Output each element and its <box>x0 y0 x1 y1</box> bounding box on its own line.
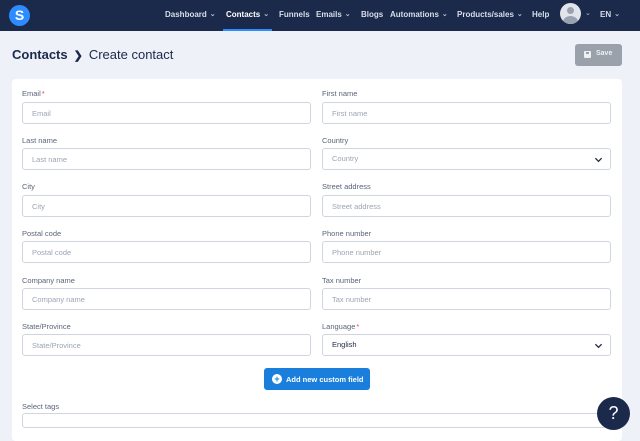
nav-item-automations[interactable]: Automations ⌄ <box>390 0 448 31</box>
city-field[interactable] <box>22 195 311 217</box>
nav-item-contacts[interactable]: Contacts ⌄ <box>223 0 273 31</box>
phone-number-label: Phone number <box>322 229 372 238</box>
tax-number-field[interactable] <box>322 288 611 310</box>
save-button-label: Save <box>596 50 613 57</box>
chevron-down-icon: ⌄ <box>344 11 351 18</box>
nav-item-blogs[interactable]: Blogs <box>361 0 383 31</box>
street-address-label: Street address <box>322 182 371 191</box>
nav-item-label: Automations <box>390 10 439 19</box>
active-nav-indicator <box>223 29 273 31</box>
nav-item-label: Blogs <box>361 10 384 19</box>
chevron-right-icon: ❯ <box>73 50 83 62</box>
city-label: City <box>22 182 35 191</box>
chevron-down-icon <box>594 343 603 349</box>
language-switcher[interactable]: EN ⌄ <box>600 0 620 31</box>
breadcrumb-contacts-link[interactable]: Contacts <box>12 47 68 62</box>
nav-item-label: Funnels <box>279 10 310 19</box>
chevron-down-icon: ⌄ <box>263 11 270 18</box>
nav-item-products-sales[interactable]: Products/sales ⌄ <box>457 0 523 31</box>
company-name-label: Company name <box>22 276 75 285</box>
breadcrumb: Contacts ❯ Create contact <box>12 47 173 62</box>
language-label: EN <box>600 10 612 19</box>
country-select[interactable]: Country <box>322 148 611 170</box>
email-label-text: Email <box>22 89 41 98</box>
required-marker: * <box>41 89 45 98</box>
first-name-label: First name <box>322 89 358 98</box>
language-label-text: Language <box>322 322 356 331</box>
nav-item-label: Help <box>532 10 550 19</box>
top-navigation-bar: S Dashboard ⌄ Contacts ⌄ Funnels Emails ⌄ B… <box>0 0 640 31</box>
user-avatar[interactable] <box>560 3 581 24</box>
chevron-down-icon <box>594 157 603 163</box>
nav-item-help[interactable]: Help <box>532 0 549 31</box>
add-custom-field-button[interactable]: + Add new custom field <box>264 368 370 390</box>
required-marker: * <box>356 322 360 331</box>
first-name-field[interactable] <box>322 102 611 124</box>
avatar-body-shape <box>563 16 578 24</box>
email-label: Email* <box>22 89 45 98</box>
phone-number-field[interactable] <box>322 241 611 263</box>
floppy-disk-icon <box>584 51 591 58</box>
select-tags-input[interactable] <box>22 413 610 428</box>
last-name-label: Last name <box>22 136 58 145</box>
country-label: Country <box>322 136 349 145</box>
language-select-value: English <box>332 340 357 349</box>
select-tags-label: Select tags <box>22 402 60 411</box>
last-name-field[interactable] <box>22 148 311 170</box>
nav-item-label: Contacts <box>226 10 261 19</box>
state-province-label: State/Province <box>22 322 71 331</box>
chevron-down-icon: ⌄ <box>516 11 523 18</box>
state-province-field[interactable] <box>22 334 311 356</box>
nav-item-funnels[interactable]: Funnels <box>279 0 310 31</box>
save-button[interactable]: Save <box>575 44 622 66</box>
add-custom-field-label: Add new custom field <box>286 375 364 384</box>
street-address-field[interactable] <box>322 195 611 217</box>
nav-item-dashboard[interactable]: Dashboard ⌄ <box>165 0 216 31</box>
company-name-field[interactable] <box>22 288 311 310</box>
nav-item-emails[interactable]: Emails ⌄ <box>316 0 351 31</box>
chevron-down-icon: ⌄ <box>209 11 216 18</box>
help-chat-button[interactable]: ? <box>597 397 630 430</box>
country-select-value: Country <box>332 154 359 163</box>
nav-item-label: Products/sales <box>457 10 514 19</box>
tax-number-label: Tax number <box>322 276 362 285</box>
app-logo[interactable]: S <box>9 5 30 26</box>
chevron-down-icon[interactable]: ⌄ <box>585 9 591 17</box>
question-mark-icon: ? <box>608 403 619 423</box>
chevron-down-icon: ⌄ <box>441 11 448 18</box>
nav-item-label: Dashboard <box>165 10 207 19</box>
page-title: Create contact <box>88 47 174 62</box>
plus-circle-icon: + <box>272 374 282 384</box>
language-select[interactable]: English <box>322 334 611 356</box>
language-label: Language* <box>322 322 359 331</box>
chevron-down-icon: ⌄ <box>614 11 620 18</box>
email-field[interactable] <box>22 102 311 124</box>
postal-code-label: Postal code <box>22 229 62 238</box>
avatar-head-shape <box>567 7 574 14</box>
nav-item-label: Emails <box>316 10 342 19</box>
postal-code-field[interactable] <box>22 241 311 263</box>
